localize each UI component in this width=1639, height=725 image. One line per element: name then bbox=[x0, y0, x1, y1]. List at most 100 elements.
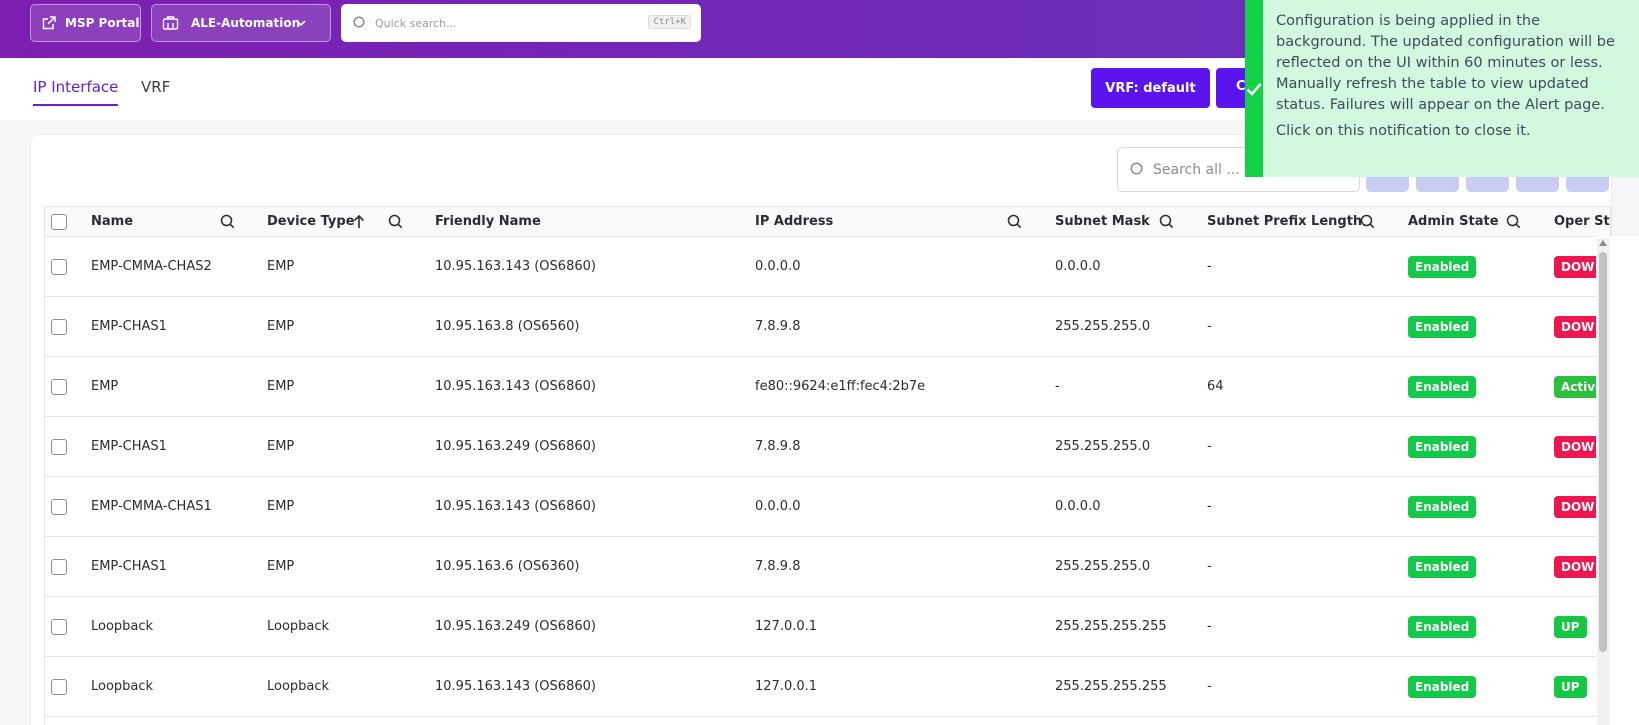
row-checkbox[interactable] bbox=[51, 297, 67, 356]
vrf-selector-button[interactable]: VRF: default bbox=[1091, 68, 1210, 108]
msp-portal-button[interactable]: MSP Portal bbox=[30, 4, 141, 42]
oper-state-badge: DOW bbox=[1554, 495, 1602, 518]
cell-subnet-mask: 0.0.0.0 bbox=[1055, 259, 1101, 274]
column-header-device-type[interactable]: Device Type bbox=[267, 207, 355, 236]
msp-portal-label: MSP Portal bbox=[65, 16, 140, 30]
cell-subnet-prefix-length: - bbox=[1207, 499, 1212, 514]
column-header-ip-address[interactable]: IP Address bbox=[755, 207, 833, 236]
row-checkbox[interactable] bbox=[51, 237, 67, 296]
search-icon[interactable] bbox=[1506, 214, 1521, 229]
table-row[interactable]: EMP-CHAS1 EMP 10.95.163.6 (OS6360) 7.8.9.8 2… bbox=[45, 537, 1610, 597]
search-icon[interactable] bbox=[1159, 214, 1174, 229]
search-icon[interactable] bbox=[388, 214, 403, 229]
cell-subnet-mask: 255.255.255.0 bbox=[1055, 439, 1151, 454]
cell-subnet-prefix-length: - bbox=[1207, 319, 1212, 334]
tab-vrf[interactable]: VRF bbox=[141, 78, 170, 104]
row-checkbox[interactable] bbox=[51, 537, 67, 596]
cell-subnet-mask: 255.255.255.255 bbox=[1055, 679, 1167, 694]
admin-state-badge: Enabled bbox=[1408, 495, 1477, 518]
notification-message: Configuration is being applied in the ba… bbox=[1276, 13, 1615, 113]
cell-ip-address: 7.8.9.8 bbox=[755, 439, 801, 454]
cell-subnet-mask: 255.255.255.0 bbox=[1055, 559, 1151, 574]
check-icon bbox=[1246, 82, 1262, 96]
oper-state-badge: DOW bbox=[1554, 315, 1602, 338]
row-checkbox[interactable] bbox=[51, 357, 67, 416]
ip-interface-table: Name Device Type Friendly Name IP Addres… bbox=[44, 206, 1611, 725]
cell-device-type: EMP bbox=[267, 259, 295, 274]
cell-ip-address: fe80::9624:e1ff:fec4:2b7e bbox=[755, 379, 926, 394]
cell-ip-address: 0.0.0.0 bbox=[755, 259, 801, 274]
notification-close-hint: Click on this notification to close it. bbox=[1276, 123, 1531, 139]
cell-name: EMP-CHAS1 bbox=[91, 559, 167, 574]
cell-device-type: Loopback bbox=[267, 679, 330, 694]
table-header-row: Name Device Type Friendly Name IP Addres… bbox=[45, 207, 1610, 237]
search-icon[interactable] bbox=[220, 214, 235, 229]
table-row[interactable]: EMP-CHAS1 EMP 10.95.163.249 (OS6860) 7.8.9.… bbox=[45, 417, 1610, 477]
success-notification[interactable]: Configuration is being applied in the ba… bbox=[1245, 0, 1639, 177]
table-row[interactable]: EMP-CMMA-CHAS1 EMP 10.95.163.143 (OS6860) 0… bbox=[45, 477, 1610, 537]
cell-subnet-prefix-length: - bbox=[1207, 259, 1212, 274]
cell-subnet-prefix-length: - bbox=[1207, 619, 1212, 634]
cell-ip-address: 127.0.0.1 bbox=[755, 619, 818, 634]
column-header-name[interactable]: Name bbox=[91, 207, 133, 236]
table-row[interactable]: Loopback Loopback 10.95.163.143 (OS6860) 12… bbox=[45, 657, 1610, 717]
cell-friendly-name: 10.95.163.249 (OS6860) bbox=[435, 439, 596, 454]
oper-state-badge: UP bbox=[1554, 615, 1587, 638]
cell-ip-address: 0.0.0.0 bbox=[755, 499, 801, 514]
admin-state-badge: Enabled bbox=[1408, 615, 1477, 638]
search-icon[interactable] bbox=[1360, 214, 1375, 229]
quick-search-placeholder: Quick search... bbox=[375, 16, 457, 30]
cell-device-type: EMP bbox=[267, 499, 295, 514]
column-header-oper-state[interactable]: Oper Stat bbox=[1554, 207, 1610, 236]
table-row[interactable]: Loopback Loopback 10.95.163.249 (OS6860) 12… bbox=[45, 597, 1610, 657]
cell-friendly-name: 10.95.163.249 (OS6860) bbox=[435, 619, 596, 634]
table-row[interactable]: EMP EMP 10.95.163.143 (OS6860) fe80::9624:e… bbox=[45, 357, 1610, 417]
row-checkbox[interactable] bbox=[51, 477, 67, 536]
table-row[interactable]: EMP-CMMA-CHAS2 EMP 10.95.163.143 (OS6860) 0… bbox=[45, 237, 1610, 297]
table-row[interactable]: EMP-CHAS1 EMP 10.95.163.8 (OS6560) 7.8.9.8 2… bbox=[45, 297, 1610, 357]
row-checkbox[interactable] bbox=[51, 597, 67, 656]
cell-friendly-name: 10.95.163.143 (OS6860) bbox=[435, 259, 596, 274]
oper-state-badge: DOW bbox=[1554, 435, 1602, 458]
oper-state-badge: UP bbox=[1554, 675, 1587, 698]
cell-ip-address: 127.0.0.1 bbox=[755, 679, 818, 694]
table-search-placeholder: Search all ... bbox=[1153, 161, 1240, 178]
cell-name: EMP-CMMA-CHAS1 bbox=[91, 499, 212, 514]
scrollbar-thumb[interactable] bbox=[1599, 252, 1607, 652]
cell-subnet-mask: 255.255.255.0 bbox=[1055, 319, 1151, 334]
admin-state-badge: Enabled bbox=[1408, 255, 1477, 278]
cell-friendly-name: 10.95.163.6 (OS6360) bbox=[435, 559, 580, 574]
column-header-subnet-mask[interactable]: Subnet Mask bbox=[1055, 207, 1150, 236]
cell-subnet-prefix-length: 64 bbox=[1207, 379, 1224, 394]
cell-name: EMP-CHAS1 bbox=[91, 439, 167, 454]
cell-subnet-mask: 255.255.255.255 bbox=[1055, 619, 1167, 634]
quick-search-input[interactable]: Quick search... Ctrl+K bbox=[341, 4, 701, 42]
cell-device-type: Loopback bbox=[267, 619, 330, 634]
select-all-checkbox[interactable] bbox=[51, 207, 67, 236]
column-header-friendly-name[interactable]: Friendly Name bbox=[435, 207, 541, 236]
admin-state-badge: Enabled bbox=[1408, 555, 1477, 578]
row-checkbox[interactable] bbox=[51, 657, 67, 716]
organization-selector[interactable]: ALE-Automation bbox=[151, 4, 331, 42]
oper-state-badge: DOW bbox=[1554, 555, 1602, 578]
column-header-admin-state[interactable]: Admin State bbox=[1408, 207, 1499, 236]
cell-device-type: EMP bbox=[267, 559, 295, 574]
cell-friendly-name: 10.95.163.8 (OS6560) bbox=[435, 319, 580, 334]
tab-ip-interface[interactable]: IP Interface bbox=[33, 78, 119, 106]
building-icon bbox=[162, 16, 179, 30]
admin-state-badge: Enabled bbox=[1408, 435, 1477, 458]
scroll-up-arrow-icon[interactable] bbox=[1599, 240, 1607, 246]
cell-name: Loopback bbox=[91, 679, 154, 694]
cell-name: EMP-CMMA-CHAS2 bbox=[91, 259, 212, 274]
search-icon[interactable] bbox=[1007, 214, 1022, 229]
cell-ip-address: 7.8.9.8 bbox=[755, 319, 801, 334]
cell-name: EMP-CHAS1 bbox=[91, 319, 167, 334]
row-checkbox[interactable] bbox=[51, 417, 67, 476]
search-icon bbox=[353, 16, 365, 28]
cell-device-type: EMP bbox=[267, 379, 295, 394]
cell-friendly-name: 10.95.163.143 (OS6860) bbox=[435, 679, 596, 694]
sort-ascending-icon[interactable] bbox=[352, 214, 366, 229]
cell-subnet-prefix-length: - bbox=[1207, 559, 1212, 574]
cell-subnet-prefix-length: - bbox=[1207, 679, 1212, 694]
column-header-subnet-prefix-length[interactable]: Subnet Prefix Length bbox=[1207, 207, 1362, 236]
